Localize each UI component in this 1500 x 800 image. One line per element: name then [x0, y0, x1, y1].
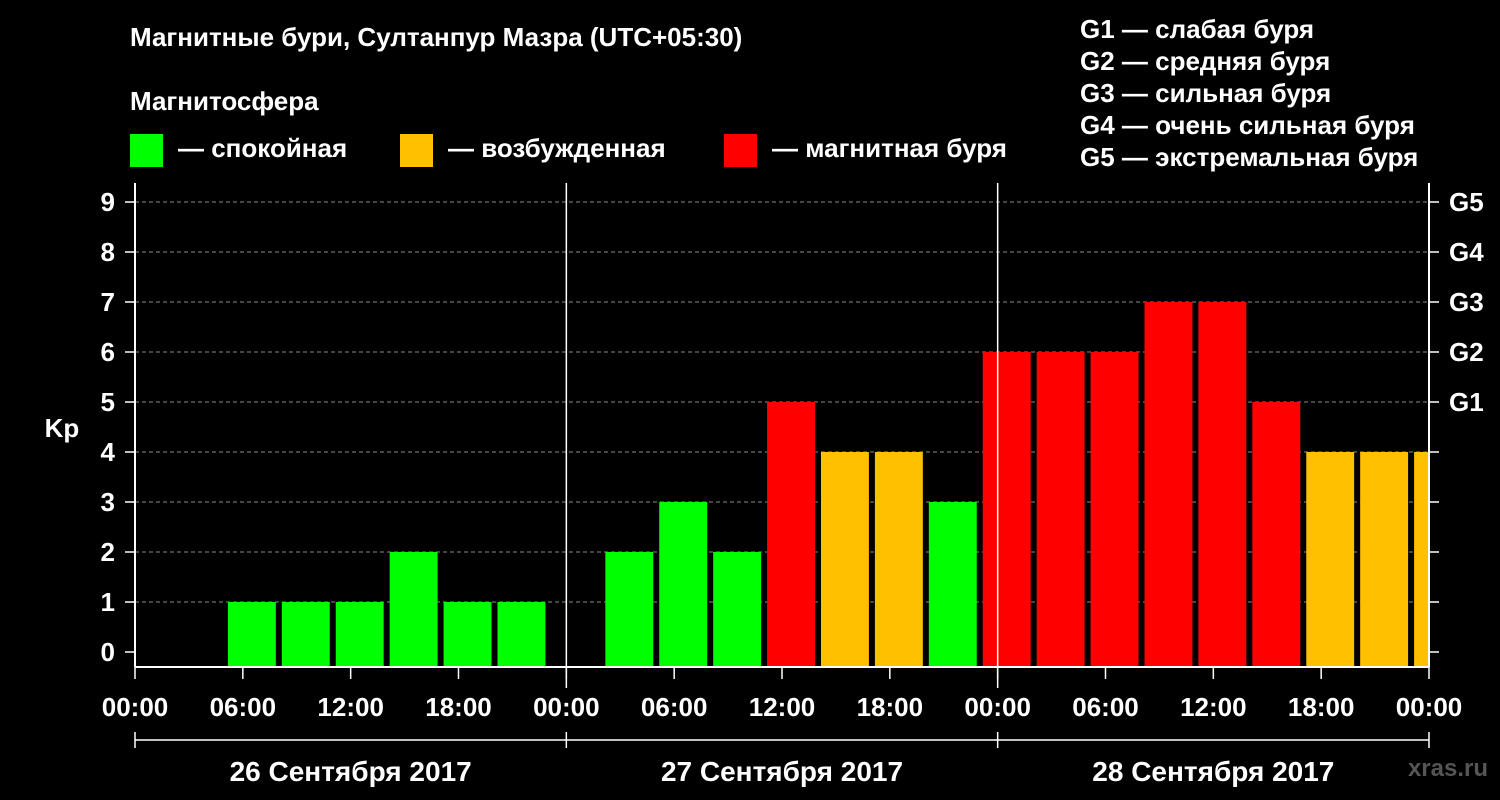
kp-bar	[1090, 352, 1139, 667]
x-tick-label: 00:00	[1396, 692, 1463, 722]
y-tick-label: 5	[101, 387, 115, 417]
kp-bar	[335, 602, 384, 667]
kp-bar	[767, 402, 815, 667]
y-tick-label: 0	[101, 637, 115, 667]
kp-bar	[713, 552, 762, 667]
watermark: xras.ru	[1407, 755, 1488, 782]
kp-bar	[1414, 452, 1428, 667]
kp-bar	[605, 552, 654, 667]
y-tick-label: 4	[101, 437, 116, 467]
kp-bar	[821, 452, 869, 667]
kp-bar	[1306, 452, 1355, 667]
x-tick-label: 06:00	[641, 692, 708, 722]
kp-bar	[389, 552, 438, 667]
kp-bar	[1252, 402, 1301, 667]
x-tick-label: 12:00	[317, 692, 384, 722]
y-tick-label: 1	[101, 587, 115, 617]
kp-bar	[1198, 302, 1247, 667]
y-axis-label: Kp	[45, 413, 80, 443]
day-label: 27 Сентября 2017	[661, 756, 903, 787]
kp-bar	[281, 602, 330, 667]
x-tick-label: 06:00	[1072, 692, 1139, 722]
g-level-label: G1	[1449, 387, 1484, 417]
kp-bar	[659, 502, 708, 667]
x-tick-label: 00:00	[964, 692, 1031, 722]
kp-bar	[874, 452, 923, 667]
kp-bar	[1036, 352, 1085, 667]
kp-chart: 0 1 2 3 4 5 6 7 8 9 G1 G2 G3 G4 G5 Kp 00:00 06:00 12:00 18:…	[45, 183, 1484, 787]
y-tick-label: 6	[101, 337, 115, 367]
y-tick-label: 8	[101, 237, 115, 267]
day-label: 26 Сентября 2017	[230, 756, 472, 787]
y-tick-label: 3	[101, 487, 115, 517]
g-level-label: G2	[1449, 337, 1484, 367]
y-tick-label: 7	[101, 287, 115, 317]
g-level-label: G3	[1449, 287, 1484, 317]
day-label: 28 Сентября 2017	[1092, 756, 1334, 787]
y-tick-label: 2	[101, 537, 115, 567]
kp-bar	[443, 602, 492, 667]
g-level-label: G5	[1449, 187, 1484, 217]
x-tick-label: 00:00	[533, 692, 600, 722]
kp-bar	[497, 602, 546, 667]
x-tick-label: 12:00	[749, 692, 816, 722]
x-tick-label: 18:00	[425, 692, 492, 722]
x-tick-label: 18:00	[1288, 692, 1355, 722]
x-tick-label: 12:00	[1180, 692, 1247, 722]
y-tick-label: 9	[101, 187, 115, 217]
x-tick-label: 00:00	[102, 692, 169, 722]
kp-bar	[982, 352, 1031, 667]
x-tick-label: 06:00	[210, 692, 277, 722]
kp-bar	[1144, 302, 1193, 667]
x-tick-label: 18:00	[857, 692, 924, 722]
kp-bar	[227, 602, 276, 667]
kp-bar	[928, 502, 977, 667]
g-level-label: G4	[1449, 237, 1484, 267]
kp-bar	[1360, 452, 1409, 667]
